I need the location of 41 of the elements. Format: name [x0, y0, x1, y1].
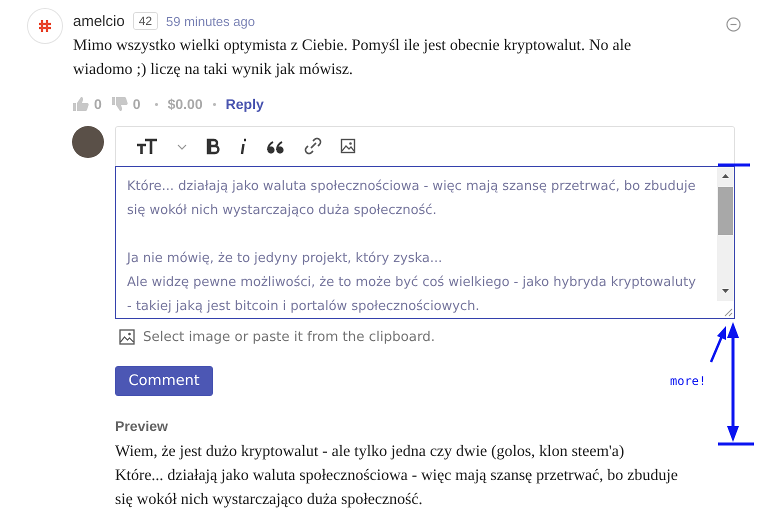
preview-text-line: Wiem, że jest dużo kryptowalut - ale tylko jedna czy dwie (golos, klon steem'a)	[115, 442, 626, 462]
input-text-line: Ja nie mówię, że to jedyny projekt, który zyska...	[127, 250, 444, 268]
pointer-arrow	[710, 326, 726, 362]
upvote-count: 0	[94, 96, 102, 112]
image-upload-hint[interactable]: Select image or paste it from the clipboard.	[143, 330, 436, 344]
thumbs-up-icon	[73, 97, 89, 111]
downvote-button[interactable]: 0	[112, 96, 141, 112]
comment-time[interactable]: 59 minutes ago	[166, 14, 255, 28]
image-icon[interactable]	[119, 329, 135, 345]
italic-icon[interactable]	[238, 136, 248, 156]
downvote-count: 0	[132, 96, 141, 112]
input-text-line: - takiej jaką jest bitcoin i portalów społecznościowych.	[127, 298, 480, 316]
reputation-badge: 42	[132, 12, 158, 30]
preview-text-line: się wokół nich wystarczająco duża społeczność.	[115, 490, 424, 510]
scrollbar[interactable]	[717, 167, 734, 318]
resize-grip-icon[interactable]	[717, 301, 734, 318]
comment-text: Mimo wszystko wielki optymista z Ciebie. Pomyśl ile jest obecnie kryptowalut. No ale wiadomo ;) liczę na taki wynik jak mówisz.	[73, 36, 632, 80]
bottom-marker-line	[718, 442, 754, 446]
hash-logo-icon	[38, 19, 52, 33]
author-name[interactable]: amelcio	[73, 12, 125, 30]
scroll-thumb[interactable]	[718, 187, 733, 235]
user-avatar	[72, 126, 104, 158]
collapse-icon[interactable]	[726, 17, 741, 32]
comment-button[interactable]: Comment	[115, 366, 213, 396]
thumbs-down-icon	[112, 97, 128, 111]
input-text-line: się wokół nich wystarczająco duża społeczność.	[127, 202, 438, 220]
separator-dot	[212, 102, 216, 106]
separator-dot	[154, 102, 158, 106]
link-icon[interactable]	[304, 136, 322, 156]
preview-heading: Preview	[115, 418, 169, 434]
annotation-note: more!	[670, 374, 706, 388]
upvote-button[interactable]: 0	[73, 96, 102, 112]
input-text-line: Ale widzę pewne możliwości, że to może być coś wielkiego - jako hybryda kryptowaluty	[127, 274, 697, 292]
bold-icon[interactable]	[206, 136, 220, 156]
comment-input-field[interactable]	[115, 166, 735, 319]
text-size-icon[interactable]	[136, 136, 158, 156]
preview-text-line: Które... działają jako waluta społecznościowa - więc mają szansę przetrwać, bo zbuduje	[115, 466, 679, 486]
input-text-line: Które... działają jako waluta społecznościowa - więc mają szansę przetrwać, bo zbuduje	[127, 178, 697, 196]
payout-amount[interactable]: $0.00	[168, 96, 203, 112]
top-marker-line	[718, 164, 750, 166]
reply-link[interactable]: Reply	[226, 96, 264, 112]
